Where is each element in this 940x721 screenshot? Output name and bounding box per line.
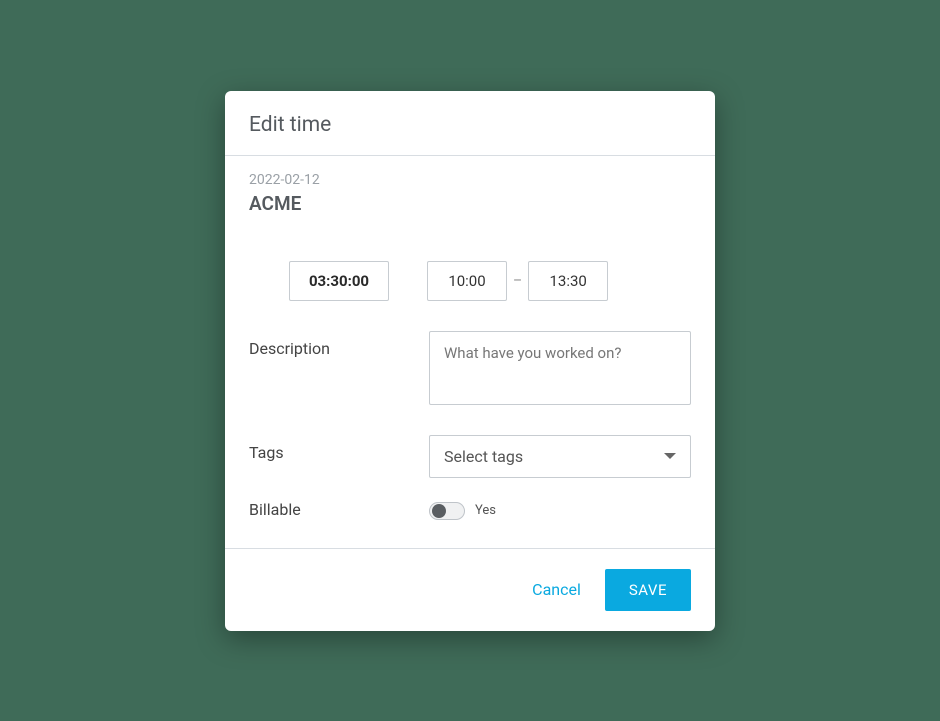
save-button[interactable]: SAVE <box>605 569 691 611</box>
billable-value-label: Yes <box>475 503 496 518</box>
billable-toggle[interactable] <box>429 502 465 520</box>
end-time-input[interactable]: 13:30 <box>528 261 608 301</box>
toggle-knob <box>432 504 446 518</box>
entry-date: 2022-02-12 <box>249 172 691 188</box>
time-row: 03:30:00 10:00 – 13:30 <box>289 261 691 301</box>
duration-input[interactable]: 03:30:00 <box>289 261 389 301</box>
dialog-header: Edit time <box>225 91 715 156</box>
cancel-button[interactable]: Cancel <box>532 580 581 599</box>
billable-label: Billable <box>249 500 429 519</box>
tags-row: Tags Select tags <box>249 435 691 478</box>
tags-label: Tags <box>249 435 429 462</box>
dialog-footer: Cancel SAVE <box>225 548 715 631</box>
dialog-body: 2022-02-12 ACME 03:30:00 10:00 – 13:30 D… <box>225 156 715 548</box>
description-row: Description <box>249 331 691 409</box>
description-input[interactable] <box>429 331 691 405</box>
chevron-down-icon <box>664 453 676 459</box>
time-range-separator: – <box>513 273 522 289</box>
edit-time-dialog: Edit time 2022-02-12 ACME 03:30:00 10:00… <box>225 91 715 631</box>
description-label: Description <box>249 331 429 358</box>
tags-select-placeholder: Select tags <box>444 447 523 466</box>
start-time-input[interactable]: 10:00 <box>427 261 507 301</box>
tags-select[interactable]: Select tags <box>429 435 691 478</box>
entry-project: ACME <box>249 192 691 215</box>
billable-row: Billable Yes <box>249 500 691 520</box>
dialog-title: Edit time <box>249 113 691 137</box>
